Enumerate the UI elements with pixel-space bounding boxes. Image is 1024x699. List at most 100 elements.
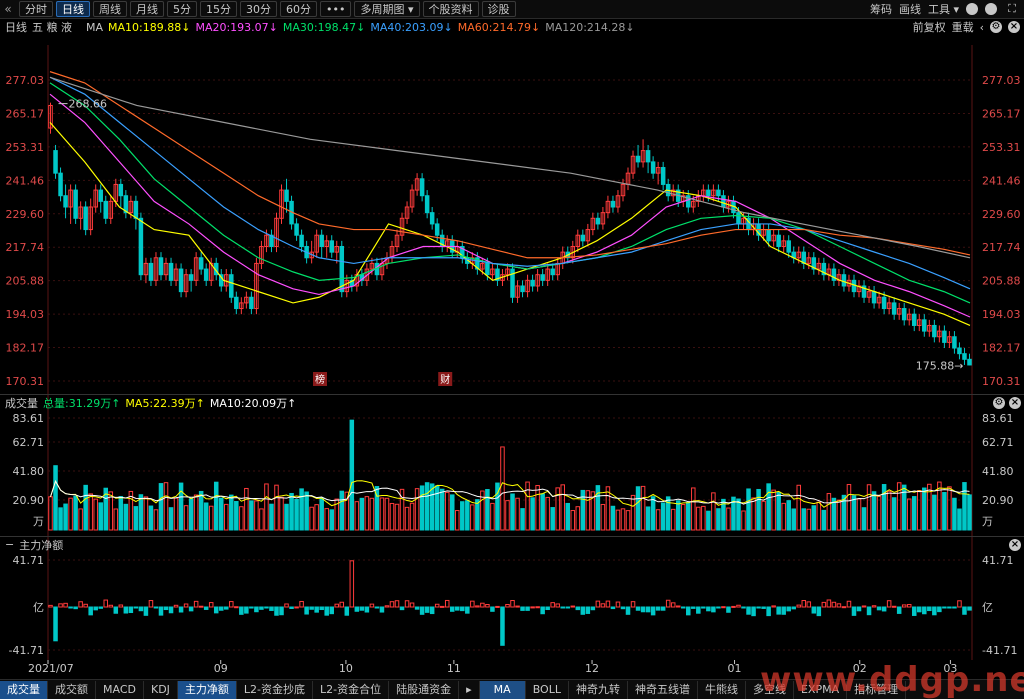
money-close-icon[interactable]: × [1009,539,1021,551]
price-tick-left: 205.88 [6,275,45,288]
settings-icon[interactable]: ⚙ [990,21,1002,33]
tab-l2-position[interactable]: L2-资金合位 [313,680,390,699]
prev-icon[interactable]: ‹ [980,21,984,34]
volume-bar [530,497,535,531]
candle-body [133,200,139,219]
money-tick-left: -41.71 [9,644,44,657]
volume-tick-left: 41.80 [13,465,45,478]
tab-intraday[interactable]: 分时 [19,1,53,17]
volume-close-icon[interactable]: × [1009,397,1021,409]
tab-macd[interactable]: MACD [96,680,144,699]
tab-bull-bear[interactable]: 牛熊线 [698,680,746,699]
price-chart[interactable]: 277.03 277.03 265.17 265.17 253.31 253.31 241.… [0,35,1024,695]
candle-body [73,189,78,219]
tools-dropdown[interactable]: 工具 ▾ [928,1,959,17]
money-bar [620,606,626,610]
money-bar [570,605,576,608]
volume-bar [967,494,972,531]
tab-weekly[interactable]: 周线 [93,1,127,17]
tab-volume[interactable]: 成交量 [0,680,48,699]
stock-profile-button[interactable]: 个股资料 [422,1,479,17]
volume-bar [846,484,852,531]
tab-15min[interactable]: 15分 [200,1,237,17]
tab-60min[interactable]: 60分 [280,1,317,17]
money-bar [876,606,882,611]
draw-line-button[interactable]: 画线 [899,1,921,17]
volume-items: 总量:31.29万↑ MA5:22.39万↑ MA10:20.09万↑ [38,395,296,411]
tab-daily[interactable]: 日线 [56,1,90,17]
x-tick-label: 2021/07 [28,662,74,675]
money-bar [188,606,194,612]
money-bar [113,606,119,614]
money-bar [224,606,229,610]
back-icon[interactable]: « [0,1,16,17]
volume-bar [234,501,239,531]
tab-hk-connect[interactable]: 陆股通资金 [389,680,460,699]
volume-bar [249,500,254,531]
volume-bar [113,508,119,531]
tab-amount[interactable]: 成交额 [48,680,96,699]
volume-bar [545,496,550,531]
volume-bar [746,488,751,531]
ma-label[interactable]: MA [86,21,103,34]
volume-bar [414,488,420,531]
collapse-icon[interactable]: − [5,538,14,551]
remove-icon[interactable]: − [985,3,997,15]
candle-body [284,189,289,202]
candle-body [540,274,545,281]
diagnose-button[interactable]: 诊股 [481,1,516,17]
volume-bar [942,492,947,531]
money-bar [63,602,68,608]
volume-bar [329,509,334,531]
multi-period-dropdown[interactable]: 多周期图 ▾ [354,1,420,17]
tab-kdj[interactable]: KDJ [144,680,178,699]
money-bar [279,606,284,616]
tab-ma[interactable]: MA [479,680,526,699]
chips-button[interactable]: 筹码 [870,1,892,17]
money-bar [645,606,651,613]
volume-legend-0: 总量:31.29万↑ [43,396,121,410]
money-bar [264,606,269,609]
scroll-right-icon[interactable]: ▸ [459,680,480,699]
reload-button[interactable]: 重载 [952,19,974,35]
price-tick-right: 170.31 [982,375,1021,388]
ma-line-ma40 [49,76,971,290]
money-bar [88,606,93,616]
tab-boll[interactable]: BOLL [526,680,569,699]
volume-bar [550,507,555,531]
money-bar [696,606,701,614]
tab-5min[interactable]: 5分 [167,1,197,17]
volume-bar [801,508,807,531]
tab-main-money[interactable]: 主力净额 [177,680,237,699]
money-bar [585,606,591,614]
more-periods-button[interactable]: ••• [320,1,352,17]
volume-bar [585,490,591,531]
volume-bar [871,491,877,531]
add-icon[interactable]: + [966,3,978,15]
fullscreen-icon[interactable]: ⛶ [1004,1,1020,17]
candle-body [911,313,917,326]
money-bar [143,606,149,616]
volume-bar [866,484,872,531]
volume-bar [610,505,616,531]
tab-five-lines[interactable]: 神奇五线谱 [628,680,698,699]
candle-body [158,257,164,276]
money-bar [952,606,957,609]
volume-settings-icon[interactable]: ⚙ [993,397,1005,409]
volume-tick-right: 41.80 [982,465,1014,478]
money-bar [173,604,179,608]
tab-l2-bottom[interactable]: L2-资金抄底 [237,680,314,699]
volume-bar [836,499,842,531]
tab-30min[interactable]: 30分 [240,1,277,17]
money-bar [203,606,209,610]
money-bar [344,606,350,616]
close-icon[interactable]: × [1008,21,1020,33]
money-bar [595,600,601,608]
money-bar [389,601,395,608]
fq-button[interactable]: 前复权 [913,19,946,35]
volume-bar [289,492,294,531]
candle-body [83,206,88,231]
money-bar [791,606,796,610]
tab-nine-turns[interactable]: 神奇九转 [569,680,628,699]
tab-monthly[interactable]: 月线 [130,1,164,17]
